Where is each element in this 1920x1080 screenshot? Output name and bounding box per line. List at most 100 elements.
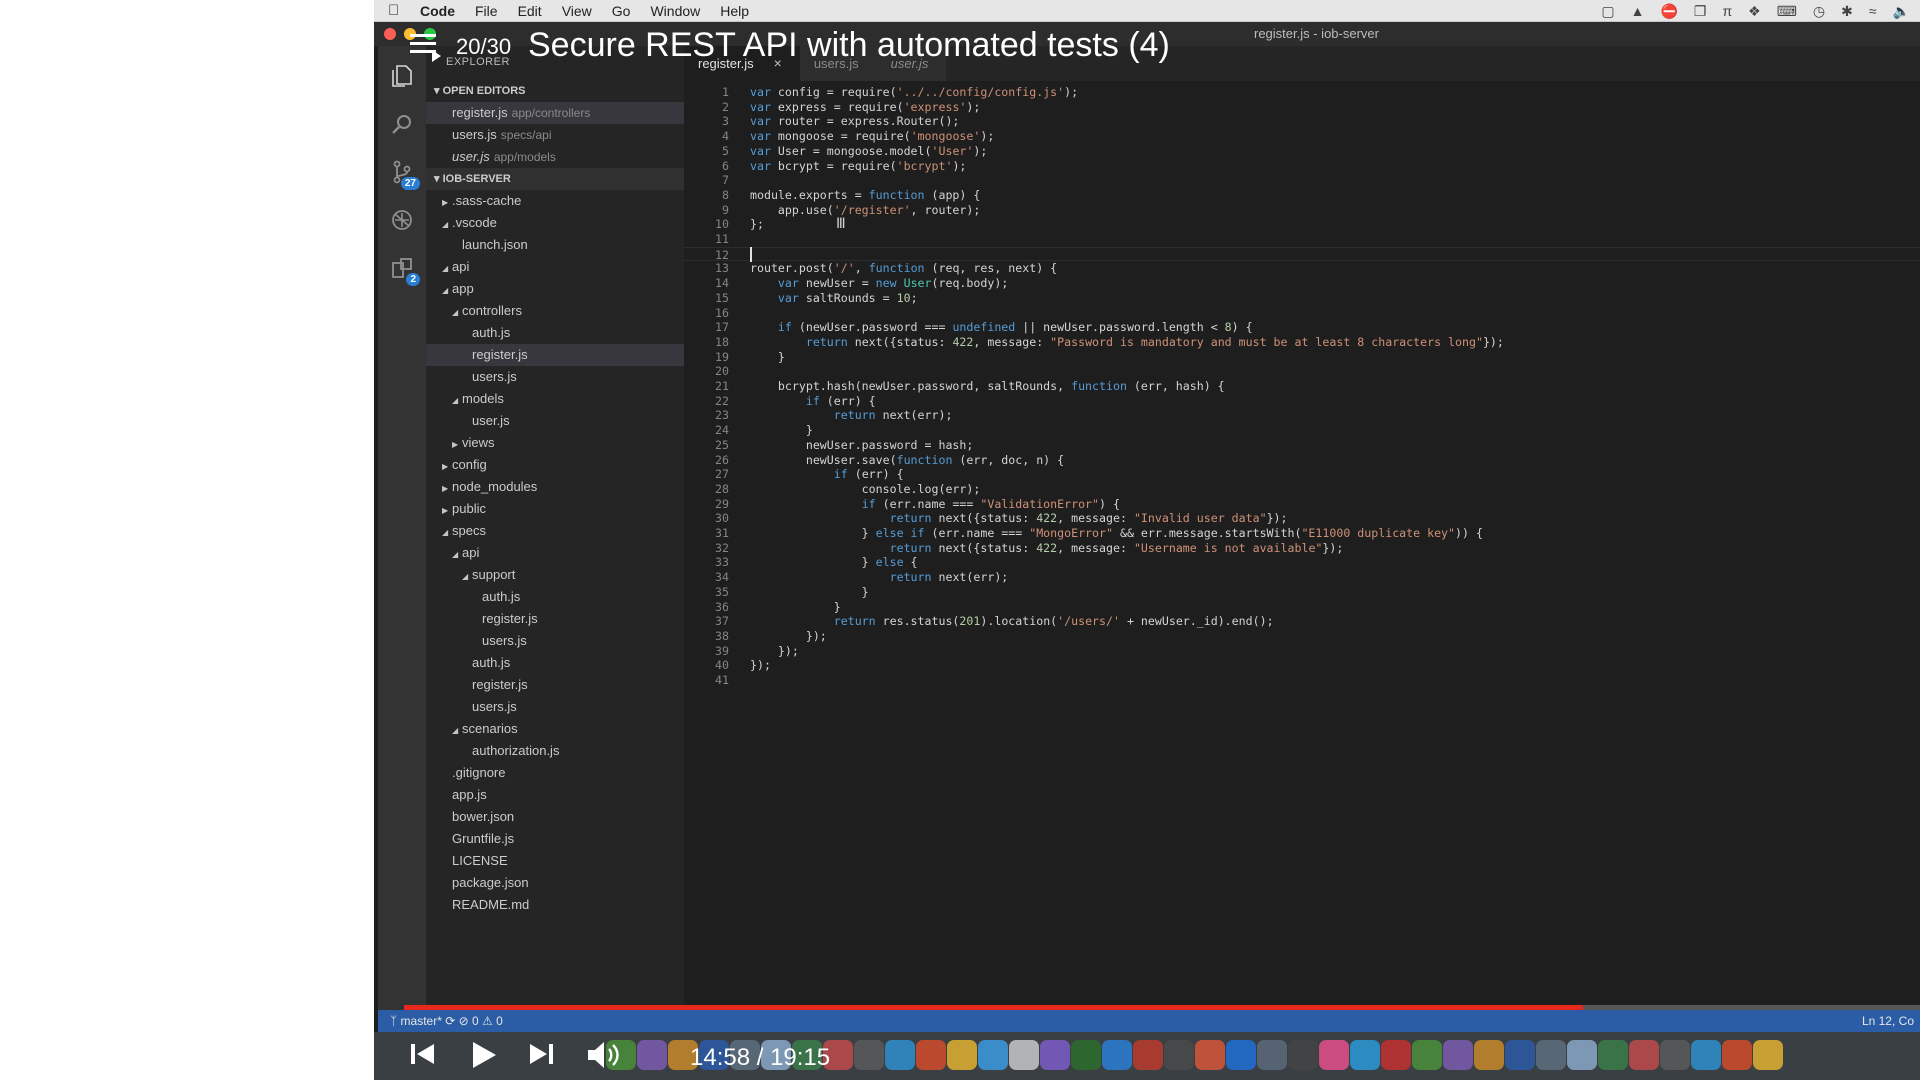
trash-icon[interactable] — [1381, 1040, 1411, 1070]
tree-folder[interactable]: ◢ controllers — [426, 300, 684, 322]
music-icon[interactable] — [1040, 1040, 1070, 1070]
next-icon[interactable] — [528, 1040, 556, 1073]
apple-icon[interactable]:  — [388, 2, 406, 19]
appcode-icon[interactable] — [1443, 1040, 1473, 1070]
tree-file[interactable]: LICENSE — [426, 850, 684, 872]
previous-icon[interactable] — [408, 1040, 436, 1073]
tab-user-js[interactable]: user.js — [876, 46, 947, 81]
safari-icon[interactable] — [1691, 1040, 1721, 1070]
tab-register-js[interactable]: register.js × — [684, 46, 800, 81]
iterm-icon[interactable] — [854, 1040, 884, 1070]
chrome-icon[interactable] — [1753, 1040, 1783, 1070]
firefox-icon[interactable] — [1722, 1040, 1752, 1070]
itunes-icon[interactable] — [1319, 1040, 1349, 1070]
tree-file[interactable]: launch.json — [426, 234, 684, 256]
menu-help[interactable]: Help — [720, 3, 749, 19]
notes-icon[interactable] — [1009, 1040, 1039, 1070]
settings-icon[interactable] — [1164, 1040, 1194, 1070]
workspace-root-section[interactable]: ▾ IOB-SERVER — [426, 168, 684, 190]
menu-app-name[interactable]: Code — [420, 3, 455, 19]
window-icon[interactable]: ❐ — [1694, 3, 1707, 20]
play-icon[interactable] — [470, 1040, 498, 1075]
cursor-position[interactable]: Ln 12, Co — [1862, 1010, 1914, 1032]
tree-folder[interactable]: ◢ specs — [426, 520, 684, 542]
sublime-icon[interactable] — [699, 1040, 729, 1070]
tree-folder[interactable]: ◢ models — [426, 388, 684, 410]
tab-users-js[interactable]: users.js — [799, 46, 877, 81]
pi-icon[interactable]: π — [1722, 3, 1732, 19]
wifi-icon[interactable]: ≈ — [1869, 3, 1877, 19]
excel-icon[interactable] — [1288, 1040, 1318, 1070]
photos-icon[interactable] — [1195, 1040, 1225, 1070]
debug-icon[interactable] — [378, 198, 426, 242]
tree-file[interactable]: auth.js — [426, 586, 684, 608]
tree-folder[interactable]: ▶ node_modules — [426, 476, 684, 498]
tree-folder[interactable]: ◢ support — [426, 564, 684, 586]
tree-folder[interactable]: ▶ views — [426, 432, 684, 454]
open-editor-item[interactable]: users.js specs/api — [426, 124, 684, 146]
menu-go[interactable]: Go — [612, 3, 631, 19]
close-tab-icon[interactable]: × — [774, 46, 782, 81]
numbers-icon[interactable] — [1071, 1040, 1101, 1070]
webstorm-icon[interactable] — [1629, 1040, 1659, 1070]
video-progress-bar[interactable] — [404, 1005, 1920, 1010]
extensions-icon[interactable]: 2 — [378, 246, 426, 290]
bluetooth-icon[interactable]: ✱ — [1841, 3, 1853, 20]
shield-icon[interactable]: ⛔ — [1660, 3, 1677, 20]
close-window-icon[interactable] — [384, 28, 396, 40]
tree-folder[interactable]: ▶ .sass-cache — [426, 190, 684, 212]
safari-icon[interactable] — [885, 1040, 915, 1070]
tree-folder[interactable]: ◢ api — [426, 256, 684, 278]
dropbox-icon[interactable]: ❖ — [1748, 3, 1761, 20]
git-branch[interactable]: master* — [401, 1014, 442, 1028]
vscode-icon[interactable] — [730, 1040, 760, 1070]
tree-folder[interactable]: ◢ .vscode — [426, 212, 684, 234]
finder-icon[interactable] — [761, 1040, 791, 1070]
open-editors-section[interactable]: ▾ OPEN EDITORS — [426, 80, 684, 102]
video-frame[interactable]:  Code File Edit View Go Window Help ▢ ▲… — [374, 0, 1920, 1080]
atom-icon[interactable] — [792, 1040, 822, 1070]
tree-file[interactable]: auth.js — [426, 652, 684, 674]
search-icon[interactable] — [378, 102, 426, 146]
tree-file[interactable]: app.js — [426, 784, 684, 806]
time-machine-icon[interactable]: ◷ — [1813, 3, 1825, 20]
problems-indicator[interactable]: ⊘ 0 ⚠ 0 — [459, 1014, 503, 1028]
skype-icon[interactable] — [1226, 1040, 1256, 1070]
iterm-icon[interactable] — [1660, 1040, 1690, 1070]
vscode-icon[interactable] — [1536, 1040, 1566, 1070]
terminal-icon[interactable] — [668, 1040, 698, 1070]
tree-file[interactable]: register.js — [426, 674, 684, 696]
sublime-icon[interactable] — [1505, 1040, 1535, 1070]
tree-folder[interactable]: ◢ app — [426, 278, 684, 300]
chrome-icon[interactable] — [947, 1040, 977, 1070]
appcode-icon[interactable] — [637, 1040, 667, 1070]
drive-icon[interactable]: ▲ — [1631, 3, 1645, 19]
open-editor-item[interactable]: user.js app/models — [426, 146, 684, 168]
appstore-icon[interactable] — [1102, 1040, 1132, 1070]
code-editor[interactable]: 1 var config = require('../../config/conf… — [684, 81, 1920, 1010]
sync-icon[interactable]: ⟳ — [445, 1014, 458, 1028]
tree-folder[interactable]: ◢ scenarios — [426, 718, 684, 740]
source-control-icon[interactable]: 27 — [378, 150, 426, 194]
tree-folder[interactable]: ▶ public — [426, 498, 684, 520]
tree-file[interactable]: bower.json — [426, 806, 684, 828]
webstorm-icon[interactable] — [823, 1040, 853, 1070]
preview-icon[interactable] — [1350, 1040, 1380, 1070]
mail-icon[interactable] — [978, 1040, 1008, 1070]
tree-file[interactable]: register.js — [426, 344, 684, 366]
tree-file[interactable]: users.js — [426, 366, 684, 388]
terminal-icon[interactable] — [1474, 1040, 1504, 1070]
volume-icon[interactable] — [586, 1040, 622, 1075]
playlist-menu-icon[interactable] — [410, 32, 440, 58]
tree-file[interactable]: README.md — [426, 894, 684, 916]
tree-folder[interactable]: ▶ config — [426, 454, 684, 476]
tree-file[interactable]: auth.js — [426, 322, 684, 344]
menu-file[interactable]: File — [475, 3, 498, 19]
tree-file[interactable]: authorization.js — [426, 740, 684, 762]
xcode-icon[interactable] — [1412, 1040, 1442, 1070]
screenshot-icon[interactable]: ▢ — [1601, 3, 1614, 20]
tree-folder[interactable]: ◢ api — [426, 542, 684, 564]
tree-file[interactable]: users.js — [426, 630, 684, 652]
tree-file[interactable]: Gruntfile.js — [426, 828, 684, 850]
firefox-icon[interactable] — [916, 1040, 946, 1070]
